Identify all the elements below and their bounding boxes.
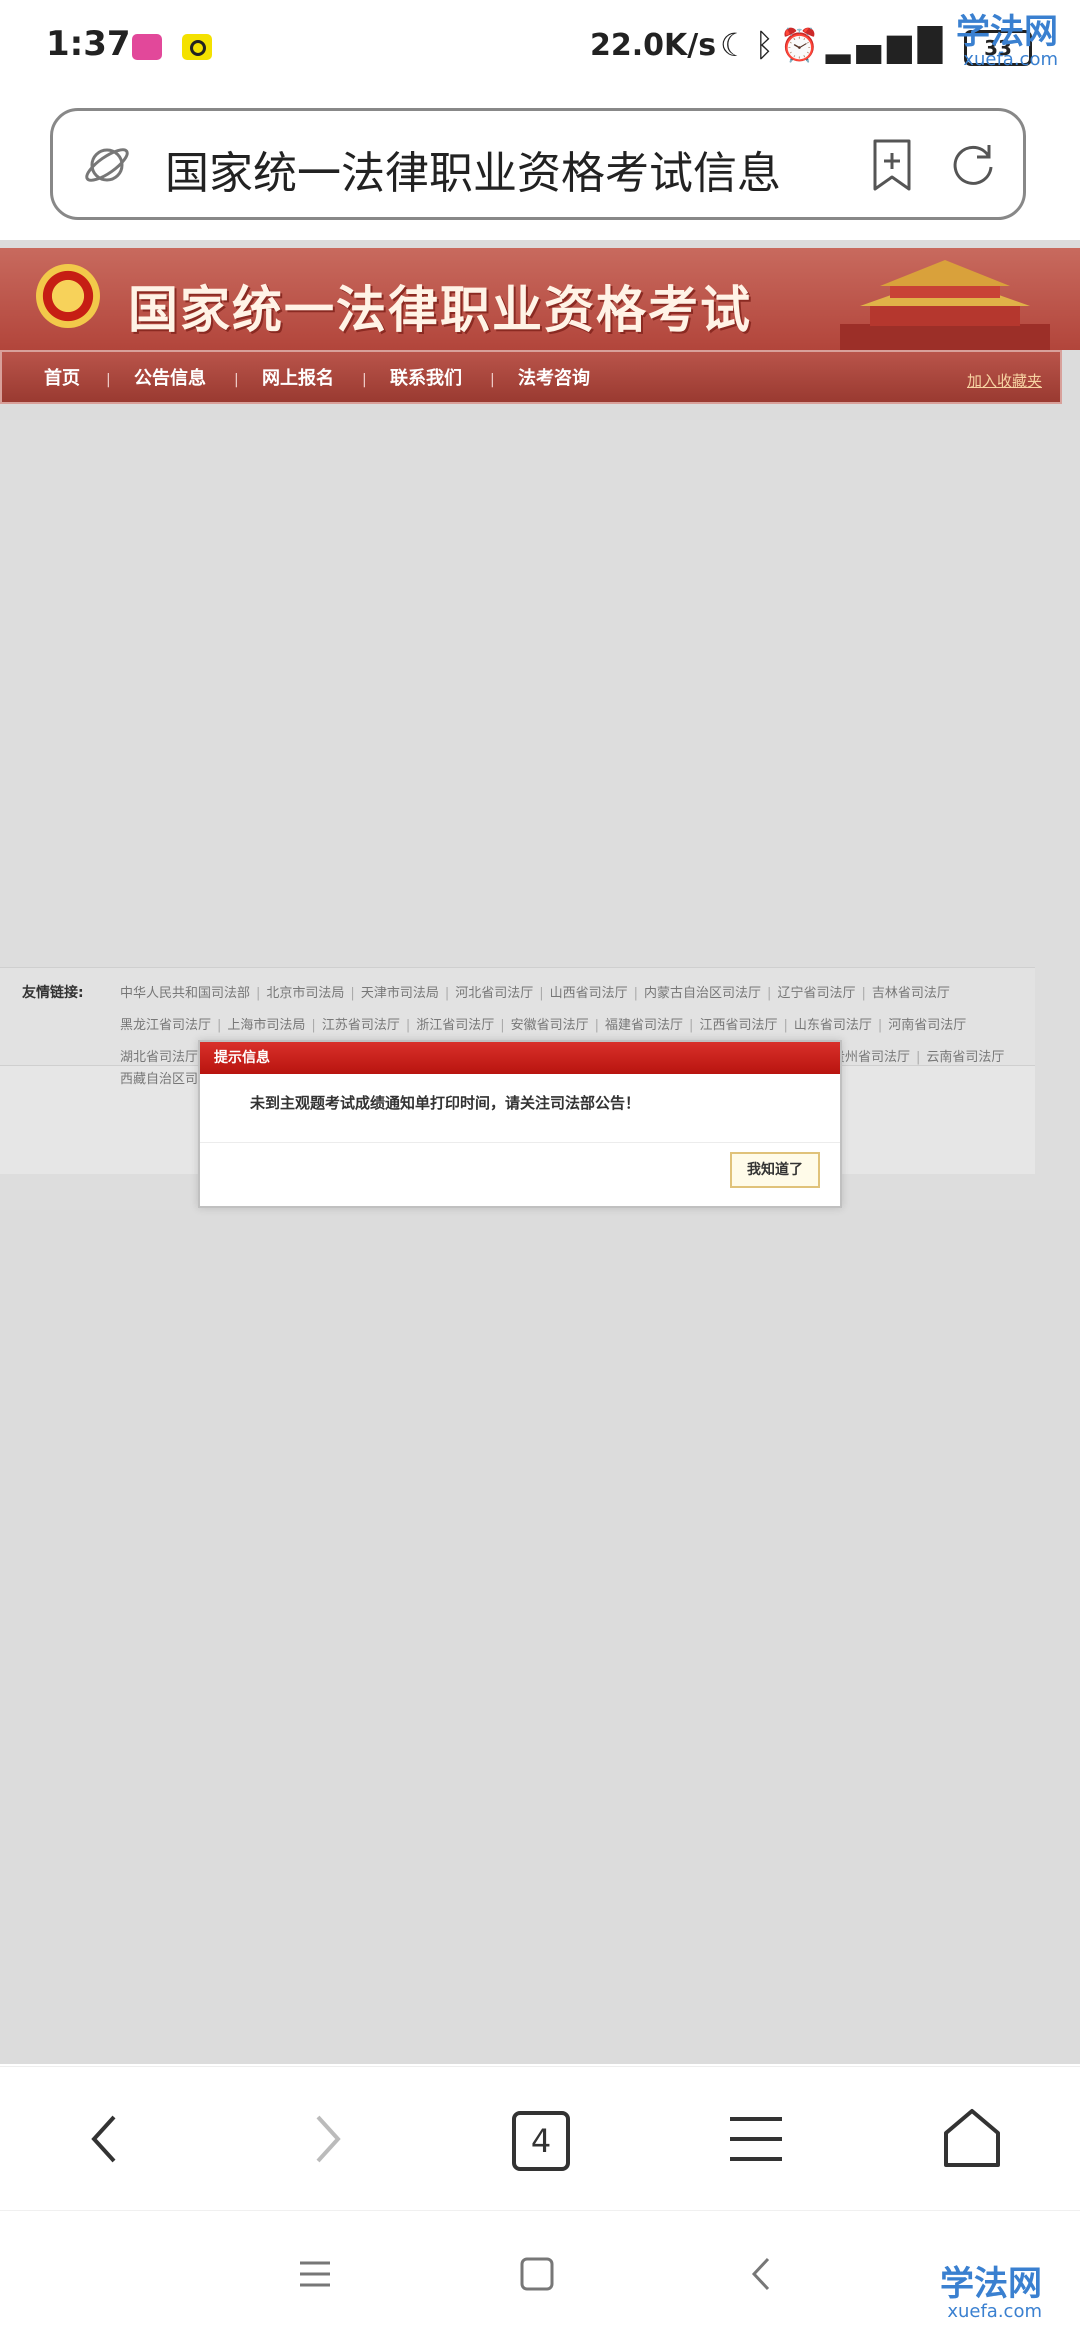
nav-home[interactable]: 首页: [44, 364, 80, 390]
site-nav: 首页 | 公告信息 | 网上报名 | 联系我们 | 法考咨询 加入收藏夹: [0, 350, 1062, 404]
browser-toolbar: 4: [0, 2066, 1080, 2211]
add-bookmark-icon[interactable]: [867, 137, 917, 193]
link-item[interactable]: 辽宁省司法厅: [777, 986, 855, 1001]
link-item[interactable]: 河南省司法厅: [888, 1018, 966, 1033]
signal-icon: ▂▄▆█: [825, 26, 949, 64]
nav-announcements[interactable]: 公告信息: [134, 364, 206, 390]
nav-separator: |: [234, 372, 239, 388]
webview: 国家统一法律职业资格考试 首页 | 公告信息 | 网上报名 | 联系我们 | 法…: [0, 240, 1080, 2064]
menu-icon[interactable]: [720, 2103, 792, 2175]
site-title: 国家统一法律职业资格考试: [128, 281, 752, 339]
link-item[interactable]: 江西省司法厅: [699, 1018, 777, 1033]
clock: 1:37: [46, 24, 131, 64]
watermark-text: 学法网: [940, 2264, 1042, 2304]
watermark-logo-bottom: 学法网 xuefa.com: [940, 2256, 1042, 2322]
dialog-title: 提示信息: [200, 1042, 840, 1074]
recents-icon[interactable]: [290, 2249, 340, 2299]
home-icon[interactable]: [936, 2103, 1008, 2175]
links-row-4: 西藏自治区司: [120, 1068, 198, 1087]
system-nav-bar: [0, 2210, 1080, 2341]
url-text[interactable]: 国家统一法律职业资格考试信息: [165, 137, 845, 201]
link-item[interactable]: 河北省司法厅: [455, 986, 533, 1001]
watermark-logo: 学法网 xuefa.com: [956, 4, 1058, 70]
link-item[interactable]: 浙江省司法厅: [416, 1018, 494, 1033]
links-row-2: 黑龙江省司法厅 | 上海市司法局 | 江苏省司法厅 | 浙江省司法厅 | 安徽省司法厅 | 福建省司…: [120, 1018, 967, 1033]
link-item[interactable]: 上海市司法局: [227, 1018, 305, 1033]
site-header: 国家统一法律职业资格考试: [0, 248, 1080, 350]
link-item[interactable]: 贵州省司法厅: [832, 1050, 910, 1065]
status-bar: 1:37 22.0K/s ☾ᛒ⏰▂▄▆█ 33 学法网 xuefa.com: [0, 0, 1080, 96]
nav-consult[interactable]: 法考咨询: [518, 364, 590, 390]
nav-separator: |: [106, 372, 111, 388]
link-item[interactable]: 湖北省司法厅: [120, 1050, 198, 1065]
dialog-ok-button[interactable]: 我知道了: [730, 1152, 820, 1188]
system-back-icon[interactable]: [738, 2249, 788, 2299]
links-label: 友情链接:: [22, 985, 84, 1001]
national-emblem-icon: [36, 264, 100, 328]
dialog-divider: [200, 1142, 840, 1143]
link-item[interactable]: 中华人民共和国司法部: [120, 986, 250, 1001]
back-icon[interactable]: [70, 2103, 142, 2175]
bluetooth-icon: ᛒ: [754, 26, 780, 64]
link-item[interactable]: 江苏省司法厅: [322, 1018, 400, 1033]
planet-icon: [85, 148, 129, 182]
link-item[interactable]: 西藏自治区司: [120, 1072, 198, 1087]
nav-contact[interactable]: 联系我们: [390, 364, 462, 390]
link-item[interactable]: 天津市司法局: [361, 986, 439, 1001]
nav-separator: |: [362, 372, 367, 388]
watermark-text: 学法网: [956, 12, 1058, 52]
network-speed: 22.0K/s: [590, 28, 717, 63]
nav-online-registration[interactable]: 网上报名: [262, 364, 334, 390]
link-item[interactable]: 吉林省司法厅: [872, 986, 950, 1001]
alarm-icon: ⏰: [779, 26, 826, 64]
address-bar[interactable]: 国家统一法律职业资格考试信息: [50, 108, 1026, 220]
link-item[interactable]: 云南省司法厅: [926, 1050, 1004, 1065]
links-row-3-right: 贵州省司法厅 | 云南省司法厅: [832, 1050, 1005, 1065]
tab-count: 4: [512, 2111, 570, 2171]
app-notification-icon-2: [182, 34, 212, 60]
nav-separator: |: [490, 372, 495, 388]
link-item[interactable]: 山东省司法厅: [794, 1018, 872, 1033]
alert-dialog: 提示信息 未到主观题考试成绩通知单打印时间，请关注司法部公告！ 我知道了: [198, 1040, 842, 1208]
link-item[interactable]: 福建省司法厅: [605, 1018, 683, 1033]
app-notification-icon: [132, 34, 162, 60]
tiananmen-gate-image: [840, 260, 1050, 350]
forward-icon[interactable]: [290, 2103, 362, 2175]
reload-icon[interactable]: [945, 137, 1001, 193]
link-item[interactable]: 黑龙江省司法厅: [120, 1018, 211, 1033]
link-item[interactable]: 山西省司法厅: [550, 986, 628, 1001]
dialog-message: 未到主观题考试成绩通知单打印时间，请关注司法部公告！: [250, 1094, 641, 1112]
links-row-3: 湖北省司法厅: [120, 1046, 198, 1065]
link-item[interactable]: 北京市司法局: [266, 986, 344, 1001]
links-row-1: 中华人民共和国司法部 | 北京市司法局 | 天津市司法局 | 河北省司法厅 | 山西省司法厅 | 内…: [120, 986, 950, 1001]
moon-icon: ☾: [720, 26, 755, 64]
add-favorite-link[interactable]: 加入收藏夹: [967, 370, 1042, 391]
link-item[interactable]: 内蒙古自治区司法厅: [644, 986, 761, 1001]
status-icons: ☾ᛒ⏰▂▄▆█: [720, 26, 948, 64]
watermark-domain: xuefa.com: [947, 2301, 1042, 2322]
watermark-domain: xuefa.com: [963, 49, 1058, 70]
tabs-button[interactable]: 4: [504, 2103, 576, 2175]
link-item[interactable]: 安徽省司法厅: [511, 1018, 589, 1033]
system-home-icon[interactable]: [512, 2249, 562, 2299]
